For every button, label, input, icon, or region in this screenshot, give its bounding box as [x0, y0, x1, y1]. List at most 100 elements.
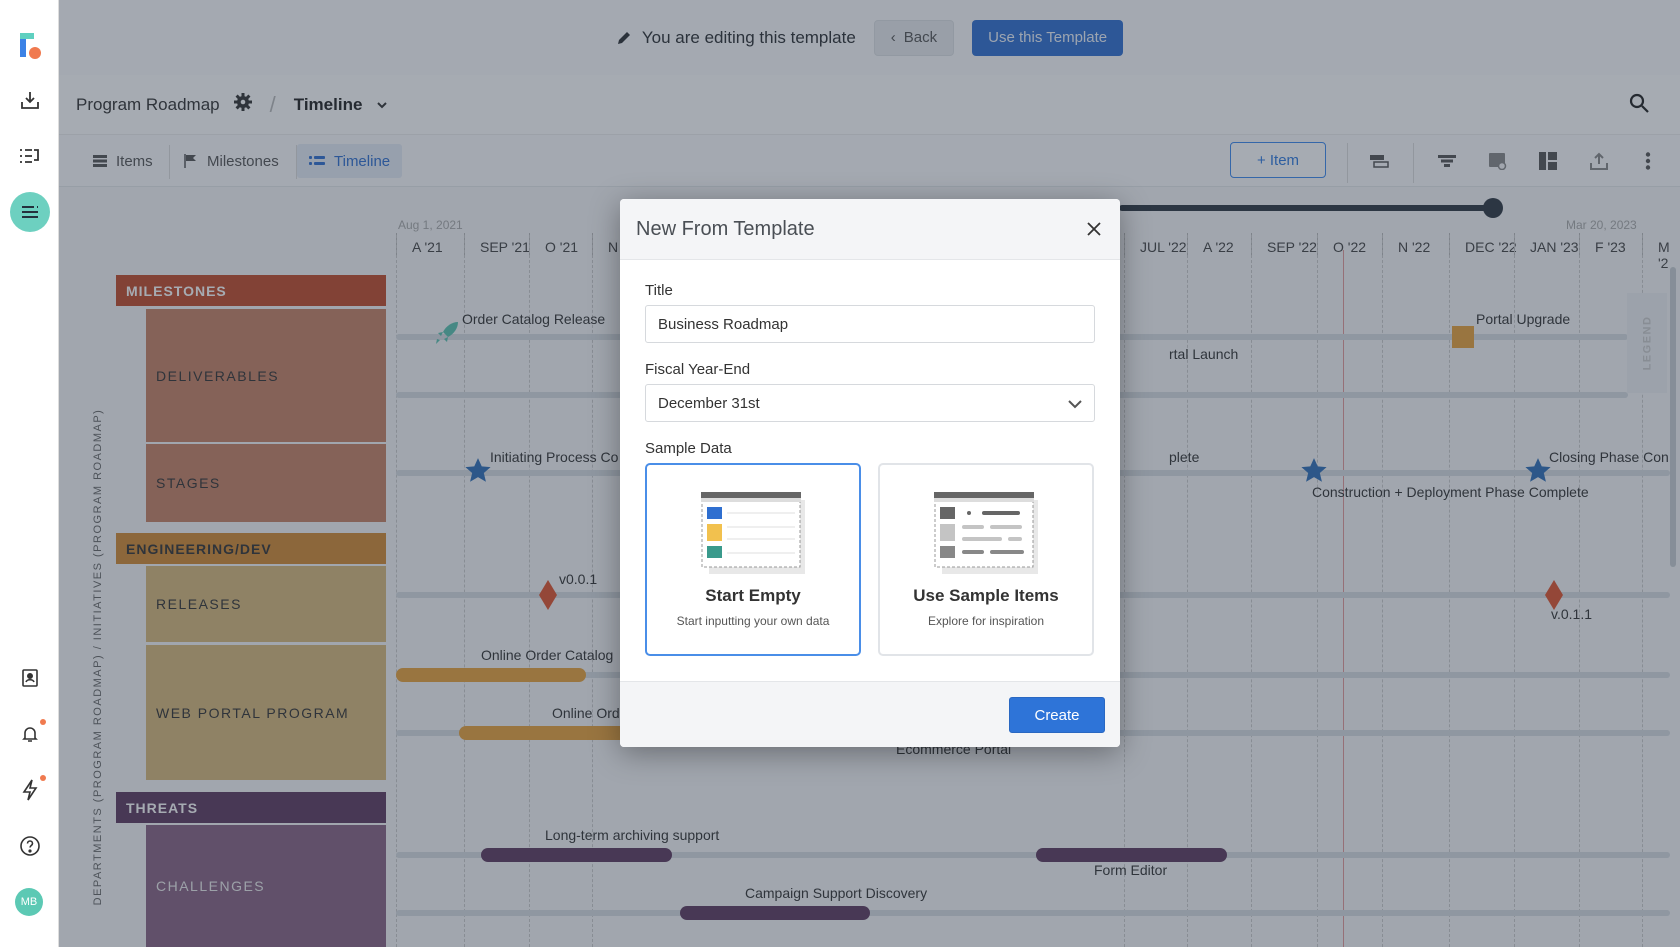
export-icon[interactable]: [1586, 148, 1612, 174]
fiscal-year-end-label: Fiscal Year-End: [645, 361, 751, 378]
item-height-icon[interactable]: [1367, 148, 1393, 174]
month-label: M '2: [1658, 239, 1670, 271]
sample-table-illustration: [934, 492, 1038, 574]
chevron-down-icon: [1068, 396, 1082, 413]
inbox-download-icon[interactable]: [10, 80, 50, 120]
chevron-left-icon: ‹: [890, 29, 896, 46]
start-empty-option[interactable]: Start Empty Start inputting your own dat…: [645, 463, 861, 656]
month-label: O '21: [545, 239, 579, 255]
title-input[interactable]: Business Roadmap: [645, 305, 1095, 343]
sample-data-label: Sample Data: [645, 440, 732, 457]
bar-label[interactable]: Campaign Support Discovery: [745, 885, 927, 901]
legend-toggle[interactable]: LEGEND: [1627, 293, 1667, 393]
lane-deliverables[interactable]: DELIVERABLES: [146, 309, 386, 442]
breadcrumb-separator: /: [269, 91, 276, 117]
square-marker-icon[interactable]: [1452, 326, 1474, 348]
bar-label[interactable]: Form Editor: [1094, 862, 1167, 878]
more-icon[interactable]: [1635, 148, 1661, 174]
star-icon[interactable]: [464, 457, 492, 490]
month-gridline: [1124, 235, 1125, 947]
back-button[interactable]: ‹ Back: [873, 19, 955, 56]
bar-label[interactable]: Long-term archiving support: [545, 827, 719, 843]
milestone-label[interactable]: Initiating Process Co: [490, 449, 618, 465]
end-date-caption: Mar 20, 2023: [1566, 218, 1637, 232]
avatar[interactable]: MB: [15, 888, 43, 916]
month-gridline: [1251, 235, 1252, 947]
time-range-slider[interactable]: [1119, 205, 1499, 211]
group-threats[interactable]: THREATS: [116, 792, 386, 823]
option-title: Use Sample Items: [913, 586, 1059, 605]
template-edit-banner: You are editing this template ‹ Back Use…: [59, 0, 1680, 75]
milestone-label[interactable]: Closing Phase Con: [1549, 449, 1669, 465]
release-label[interactable]: v.0.1.1: [1551, 606, 1592, 622]
lane-stages[interactable]: STAGES: [146, 444, 386, 522]
lane-releases[interactable]: RELEASES: [146, 566, 386, 642]
release-label[interactable]: v0.0.1: [559, 571, 597, 587]
dialog-footer: Create: [620, 681, 1120, 747]
timeline-bar[interactable]: [481, 848, 672, 862]
help-icon[interactable]: [10, 826, 50, 866]
milestone-label[interactable]: plete: [1169, 449, 1199, 465]
timeline-bar[interactable]: [680, 906, 870, 920]
empty-table-illustration: [701, 492, 805, 574]
month-gridline: [1187, 235, 1188, 947]
roadmap-icon[interactable]: [10, 192, 50, 232]
view-selector[interactable]: Timeline: [294, 95, 363, 115]
layout-icon[interactable]: [1535, 148, 1561, 174]
month-label: O '22: [1333, 239, 1367, 255]
contacts-icon[interactable]: [10, 658, 50, 698]
logo[interactable]: [10, 24, 50, 64]
slider-handle[interactable]: [1483, 198, 1503, 218]
milestone-label[interactable]: Order Catalog Release: [462, 311, 605, 327]
linked-items-icon[interactable]: [1485, 148, 1511, 174]
tab-label: Timeline: [334, 152, 391, 170]
timeline-bar[interactable]: [1036, 848, 1227, 862]
month-gridline: [396, 235, 397, 947]
list-undo-icon[interactable]: [10, 136, 50, 176]
timeline-bar[interactable]: [396, 668, 586, 682]
chevron-down-icon[interactable]: [376, 96, 388, 114]
lane-web-portal-program[interactable]: WEB PORTAL PROGRAM: [146, 645, 386, 780]
fiscal-year-end-select[interactable]: December 31st: [645, 384, 1095, 422]
notification-dot: [40, 719, 46, 725]
month-label: N '22: [1398, 239, 1431, 255]
month-label: JUL '22: [1140, 239, 1187, 255]
left-rail: MB: [0, 0, 59, 947]
month-label: DEC '22: [1465, 239, 1517, 255]
lane-challenges[interactable]: CHALLENGES: [146, 825, 386, 947]
list-icon: [93, 155, 107, 167]
rocket-icon[interactable]: [434, 320, 460, 351]
tab-items[interactable]: Items: [81, 144, 165, 178]
close-icon[interactable]: [1082, 217, 1106, 241]
milestone-label[interactable]: rtal Launch: [1169, 346, 1238, 362]
vertical-scrollbar[interactable]: [1670, 267, 1676, 567]
month-label: N: [608, 239, 619, 255]
create-button[interactable]: Create: [1009, 697, 1105, 733]
search-icon[interactable]: [1628, 92, 1650, 119]
add-item-button[interactable]: + Item: [1230, 142, 1326, 178]
notification-dot: [40, 775, 46, 781]
tab-milestones[interactable]: Milestones: [172, 144, 291, 178]
banner-text: You are editing this template: [641, 27, 856, 47]
star-icon[interactable]: [1524, 457, 1552, 490]
use-sample-items-option[interactable]: Use Sample Items Explore for inspiration: [878, 463, 1094, 656]
toolbar-divider: [1413, 143, 1414, 183]
month-gridline: [1382, 235, 1383, 947]
tab-timeline[interactable]: Timeline: [297, 144, 403, 178]
tab-label: Milestones: [207, 152, 279, 170]
today-marker: [1343, 250, 1344, 947]
gear-icon[interactable]: [233, 93, 252, 116]
timeline-icon: [309, 156, 325, 165]
bar-label[interactable]: Online Order Catalog: [481, 647, 613, 663]
use-template-button[interactable]: Use this Template: [972, 19, 1124, 56]
milestone-label[interactable]: Portal Upgrade: [1476, 311, 1570, 327]
tab-label: Items: [116, 152, 153, 170]
diamond-marker-icon[interactable]: [539, 580, 557, 615]
filter-icon[interactable]: [1434, 148, 1460, 174]
lane-track: [396, 910, 1670, 916]
group-engineering-dev[interactable]: ENGINEERING/DEV: [116, 533, 386, 564]
project-name[interactable]: Program Roadmap: [76, 95, 220, 115]
group-milestones[interactable]: MILESTONES: [116, 275, 386, 306]
toolbar: Items Milestones Timeline + Item: [59, 135, 1680, 187]
page-header: Program Roadmap / Timeline: [59, 75, 1680, 135]
